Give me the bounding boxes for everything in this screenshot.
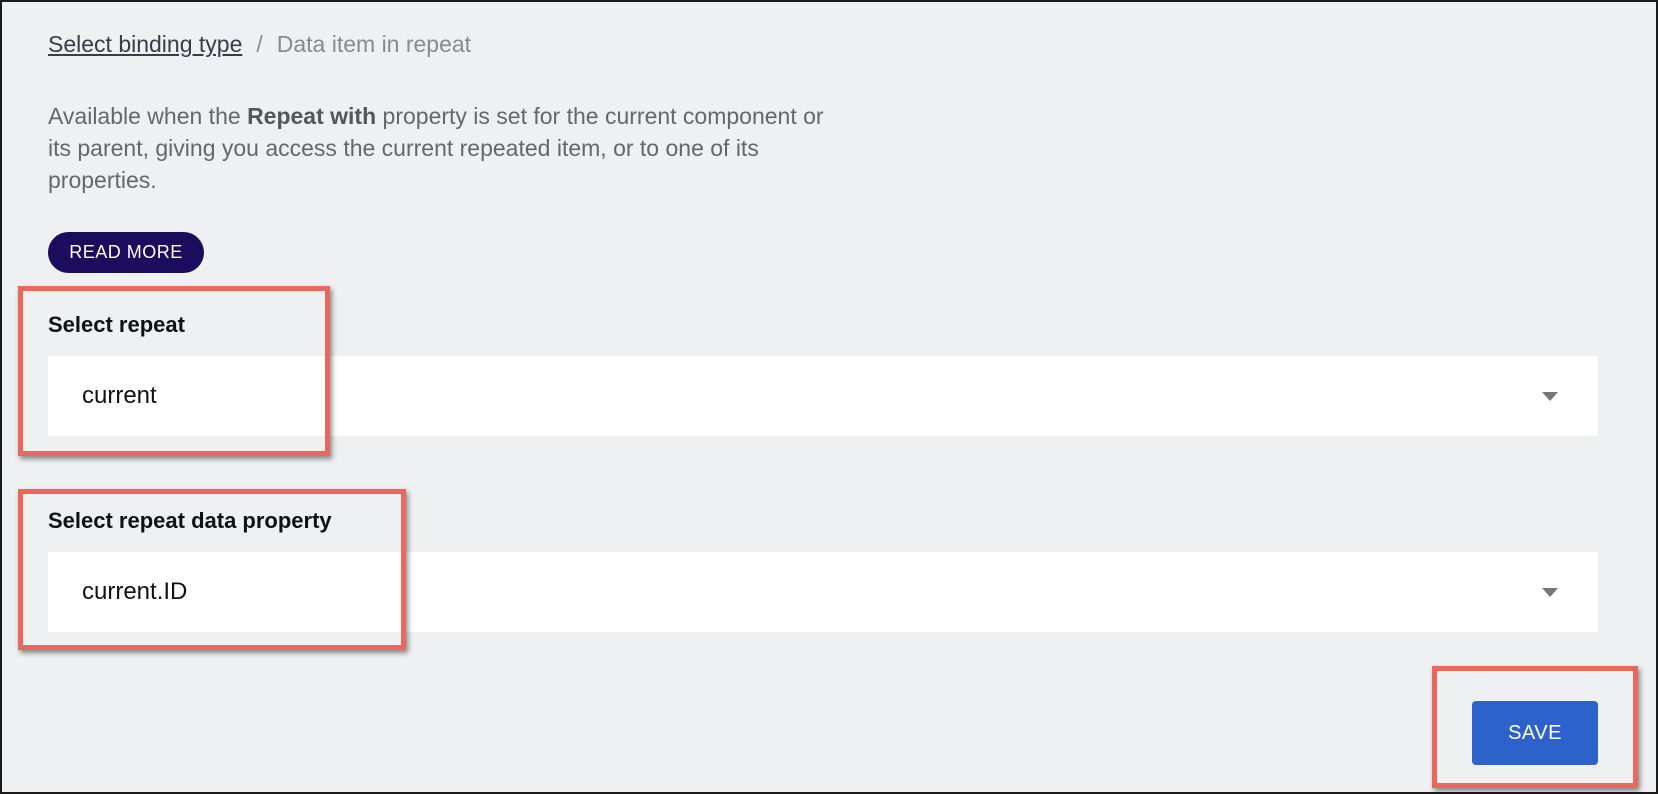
description-prefix: Available when the <box>48 103 248 129</box>
breadcrumb-link-select-binding-type[interactable]: Select binding type <box>48 31 242 57</box>
select-repeat-data-property-dropdown[interactable]: current.ID <box>48 552 1598 632</box>
breadcrumb-current: Data item in repeat <box>276 31 472 57</box>
select-repeat-value: current <box>82 382 157 409</box>
chevron-down-icon <box>1542 588 1558 597</box>
read-more-button[interactable]: READ MORE <box>48 232 204 273</box>
breadcrumb-separator: / <box>256 31 263 57</box>
select-repeat-data-property-label: Select repeat data property <box>48 508 332 533</box>
description-text: Available when the Repeat with property … <box>48 100 848 196</box>
select-repeat-dropdown[interactable]: current <box>48 356 1598 436</box>
save-button[interactable]: SAVE <box>1472 701 1598 765</box>
breadcrumb: Select binding type / Data item in repeat <box>48 28 471 60</box>
description-emphasis: Repeat with <box>247 103 377 129</box>
select-repeat-label: Select repeat <box>48 312 185 337</box>
binding-dialog: Select binding type / Data item in repeat … <box>0 0 1658 794</box>
chevron-down-icon <box>1542 392 1558 401</box>
select-repeat-data-property-value: current.ID <box>82 578 188 605</box>
